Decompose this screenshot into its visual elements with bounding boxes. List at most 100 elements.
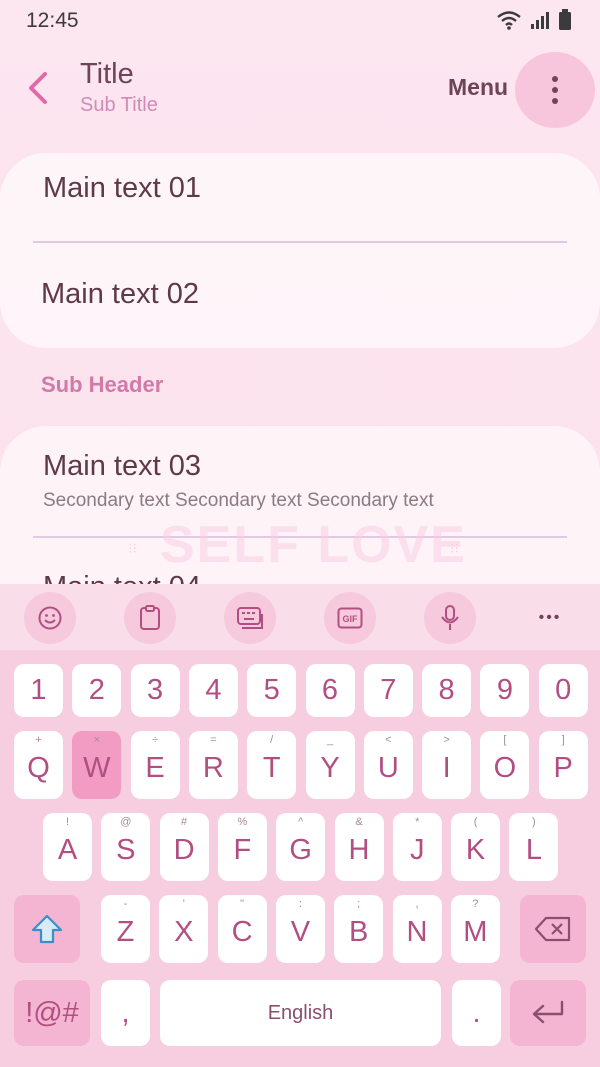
key-m[interactable]: ? M: [450, 895, 500, 963]
key-w[interactable]: × W: [72, 731, 122, 799]
key-hint: /: [270, 734, 274, 746]
key-hint: ]: [561, 734, 565, 746]
key-label: 0: [555, 674, 572, 706]
emoji-button[interactable]: [24, 592, 76, 644]
key-6[interactable]: 6: [305, 664, 355, 717]
symbols-key[interactable]: !@#: [14, 980, 90, 1046]
key-u[interactable]: < U: [363, 731, 413, 799]
list-item[interactable]: Main text 03: [43, 450, 201, 483]
key-label: T: [262, 751, 281, 784]
sub-header: Sub Header: [41, 372, 164, 397]
key-0[interactable]: 0: [538, 664, 588, 717]
key-label: 2: [88, 674, 105, 706]
key-label: 4: [205, 674, 222, 706]
period-key[interactable]: .: [452, 980, 501, 1046]
key-hint: :: [298, 898, 302, 910]
enter-key[interactable]: [510, 980, 586, 1046]
key-label: 6: [321, 674, 339, 706]
more-options-button[interactable]: [515, 52, 595, 128]
more-vertical-icon: [552, 76, 558, 104]
backspace-icon: [534, 916, 571, 942]
shift-arrow-icon: [31, 914, 63, 944]
key-r[interactable]: = R: [188, 731, 238, 799]
key-7[interactable]: 7: [363, 664, 413, 717]
gif-icon: GIF: [337, 607, 363, 629]
key-label: U: [377, 751, 399, 784]
key-v[interactable]: :V: [275, 895, 325, 963]
key-label: V: [290, 915, 311, 948]
list-item[interactable]: Main text 01: [43, 172, 201, 205]
key-h[interactable]: & H: [334, 813, 384, 881]
key-label: 9: [496, 674, 513, 706]
enter-icon: [532, 1000, 564, 1024]
key-hint: ÷: [152, 734, 159, 746]
list-item[interactable]: Main text 02: [41, 278, 199, 311]
key-label: H: [348, 833, 370, 866]
key-1[interactable]: 1: [14, 664, 63, 717]
key-hint: (: [473, 816, 478, 828]
key-9[interactable]: 9: [480, 664, 530, 717]
key-label: W: [83, 751, 111, 784]
clipboard-icon: [140, 605, 160, 630]
key-c[interactable]: " C: [217, 895, 267, 963]
key-q[interactable]: + Q: [14, 731, 63, 799]
comma-key[interactable]: ,: [101, 980, 150, 1046]
backspace-key[interactable]: [520, 895, 586, 963]
key-n[interactable]: ,N: [392, 895, 442, 963]
key-label: R: [202, 751, 224, 784]
key-hint: ^: [298, 816, 304, 828]
key-label: I: [442, 751, 451, 784]
key-d[interactable]: # D: [159, 813, 209, 881]
key-hint: >: [443, 734, 450, 746]
clipboard-button[interactable]: [124, 592, 176, 644]
space-key[interactable]: English: [160, 980, 441, 1046]
key-g[interactable]: ^ G: [276, 813, 326, 881]
keyboard-settings-button[interactable]: [224, 592, 276, 644]
key-2[interactable]: 2: [72, 664, 122, 717]
key-label: K: [465, 833, 486, 866]
more-horizontal-button[interactable]: •••: [524, 592, 576, 644]
wifi-icon: [497, 11, 521, 30]
key-label: P: [553, 751, 573, 784]
key-z[interactable]: -Z: [101, 895, 150, 963]
key-hint: ': [182, 898, 185, 910]
key-l[interactable]: ) L: [509, 813, 559, 881]
key-p[interactable]: ] P: [538, 731, 588, 799]
key-y[interactable]: _ Y: [305, 731, 355, 799]
key-label: Y: [320, 751, 340, 784]
key-label: J: [410, 833, 425, 866]
back-button[interactable]: [18, 68, 58, 108]
key-e[interactable]: ÷ E: [130, 731, 180, 799]
key-hint: _: [326, 734, 334, 746]
key-8[interactable]: 8: [422, 664, 472, 717]
signal-icon: [531, 12, 549, 29]
key-label: 3: [147, 674, 164, 706]
key-o[interactable]: [O: [480, 731, 530, 799]
shift-key[interactable]: [14, 895, 80, 963]
gif-button[interactable]: GIF: [324, 592, 376, 644]
keyboard: GIF ••• 1 2 3 4 5 6 7 8 9 0 + Q × W ÷ E = R / T _ Y < U > I[O] P! A…: [0, 584, 600, 1067]
key-hint: ,: [415, 898, 419, 910]
self-love-watermark: SELF LOVE: [160, 516, 467, 574]
key-j[interactable]: * J: [392, 813, 442, 881]
app-bar: Title Sub Title Menu: [0, 50, 600, 130]
key-5[interactable]: 5: [247, 664, 297, 717]
menu-button[interactable]: Menu: [448, 74, 508, 101]
keyboard-settings-icon: [237, 607, 263, 629]
key-hint: &: [355, 816, 363, 828]
key-f[interactable]: % F: [217, 813, 267, 881]
microphone-icon: [441, 605, 459, 630]
key-b[interactable]: ; B: [334, 895, 384, 963]
key-s[interactable]: @ S: [101, 813, 151, 881]
key-3[interactable]: 3: [130, 664, 180, 717]
key-i[interactable]: > I: [422, 731, 472, 799]
key-4[interactable]: 4: [188, 664, 238, 717]
key-a[interactable]: ! A: [43, 813, 92, 881]
key-hint: <: [385, 734, 392, 746]
key-k[interactable]: (K: [451, 813, 501, 881]
key-t[interactable]: / T: [247, 731, 297, 799]
key-hint: @: [120, 816, 132, 828]
key-x[interactable]: ' X: [159, 895, 209, 963]
key-hint: [: [503, 734, 507, 746]
voice-input-button[interactable]: [424, 592, 476, 644]
